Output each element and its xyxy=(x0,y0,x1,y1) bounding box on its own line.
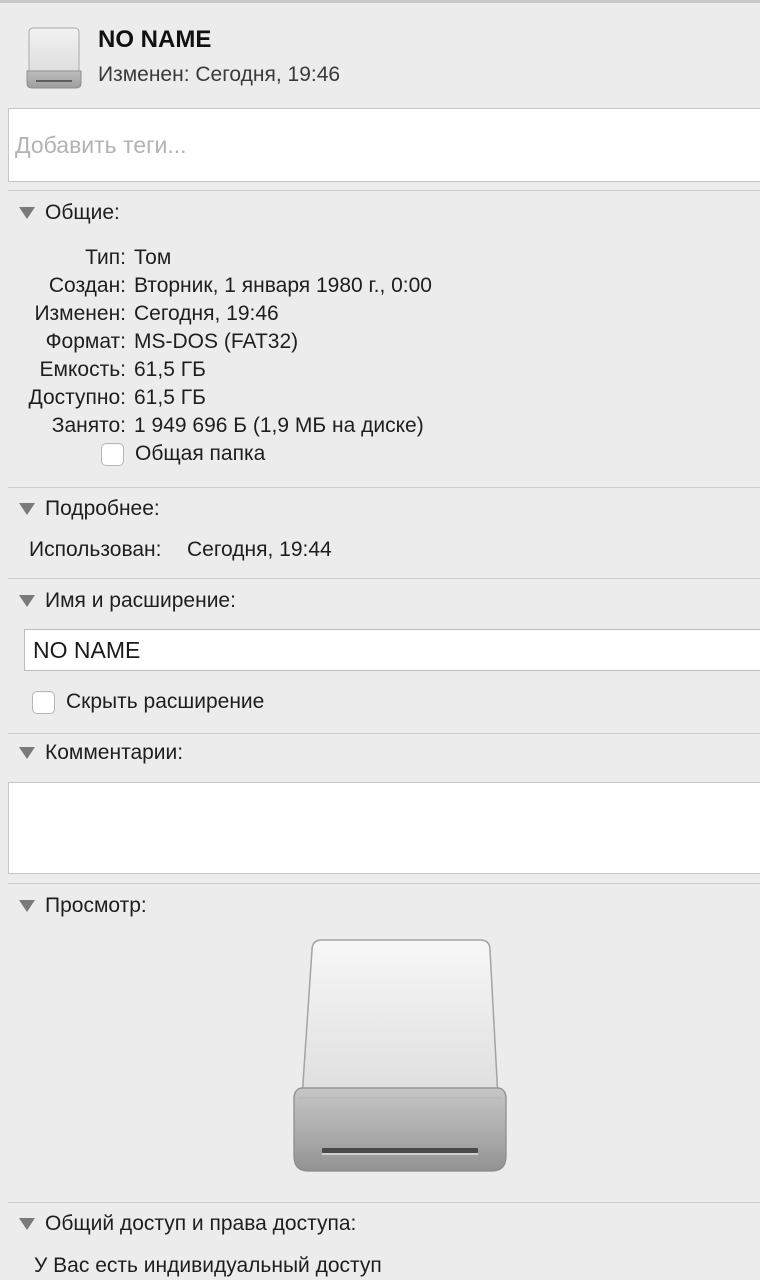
section-comments-toggle[interactable]: Комментарии: xyxy=(18,741,183,765)
shared-folder-checkbox[interactable] xyxy=(101,443,124,466)
separator xyxy=(8,883,760,884)
hide-extension-checkbox[interactable] xyxy=(32,691,55,714)
comments-textarea[interactable] xyxy=(8,782,760,874)
section-preview-toggle[interactable]: Просмотр: xyxy=(18,894,147,918)
separator xyxy=(8,487,760,488)
info-row-available: Доступно: 61,5 ГБ xyxy=(28,386,206,409)
modified-subtitle: Изменен: Сегодня, 19:46 xyxy=(98,63,341,86)
tags-input[interactable] xyxy=(8,108,760,182)
section-name-toggle[interactable]: Имя и расширение: xyxy=(18,589,236,613)
section-sharing-title: Общий доступ и права доступа: xyxy=(45,1212,357,1235)
info-row-type: Тип: Том xyxy=(85,246,172,269)
volume-name: NO NAME xyxy=(98,26,212,53)
disclosure-triangle-icon xyxy=(19,747,35,759)
last-used-label: Использован: xyxy=(29,538,162,561)
disclosure-triangle-icon xyxy=(19,900,35,912)
section-name-title: Имя и расширение: xyxy=(45,589,236,612)
disclosure-triangle-icon xyxy=(19,595,35,607)
section-comments-title: Комментарии: xyxy=(45,741,184,764)
info-row-used: Занято: 1 949 696 Б (1,9 МБ на диске) xyxy=(51,414,424,437)
info-row-format: Формат: MS-DOS (FAT32) xyxy=(45,330,299,353)
separator xyxy=(8,1202,760,1203)
section-general-title: Общие: xyxy=(45,201,120,224)
section-general-toggle[interactable]: Общие: xyxy=(18,201,120,225)
disclosure-triangle-icon xyxy=(19,1218,35,1230)
last-used-value: Сегодня, 19:44 xyxy=(187,538,332,561)
separator xyxy=(8,190,760,191)
section-preview-title: Просмотр: xyxy=(45,894,147,917)
separator xyxy=(8,733,760,734)
disclosure-triangle-icon xyxy=(19,503,35,515)
info-row-modified: Изменен: Сегодня, 19:46 xyxy=(34,302,279,325)
hide-extension-label: Скрыть расширение xyxy=(66,690,265,713)
external-drive-icon xyxy=(293,939,507,1172)
section-details-toggle[interactable]: Подробнее: xyxy=(18,497,160,521)
shared-folder-label: Общая папка xyxy=(135,442,266,465)
section-sharing-toggle[interactable]: Общий доступ и права доступа: xyxy=(18,1212,356,1236)
name-input[interactable] xyxy=(24,629,760,671)
info-row-created: Создан: Вторник, 1 января 1980 г., 0:00 xyxy=(48,274,432,297)
info-row-capacity: Емкость: 61,5 ГБ xyxy=(39,358,206,381)
drive-icon xyxy=(26,27,82,89)
info-header: NO NAME Изменен: Сегодня, 19:46 xyxy=(0,0,760,100)
disclosure-triangle-icon xyxy=(19,207,35,219)
separator xyxy=(8,578,760,579)
access-text: У Вас есть индивидуальный доступ xyxy=(34,1254,382,1277)
section-details-title: Подробнее: xyxy=(45,497,160,520)
